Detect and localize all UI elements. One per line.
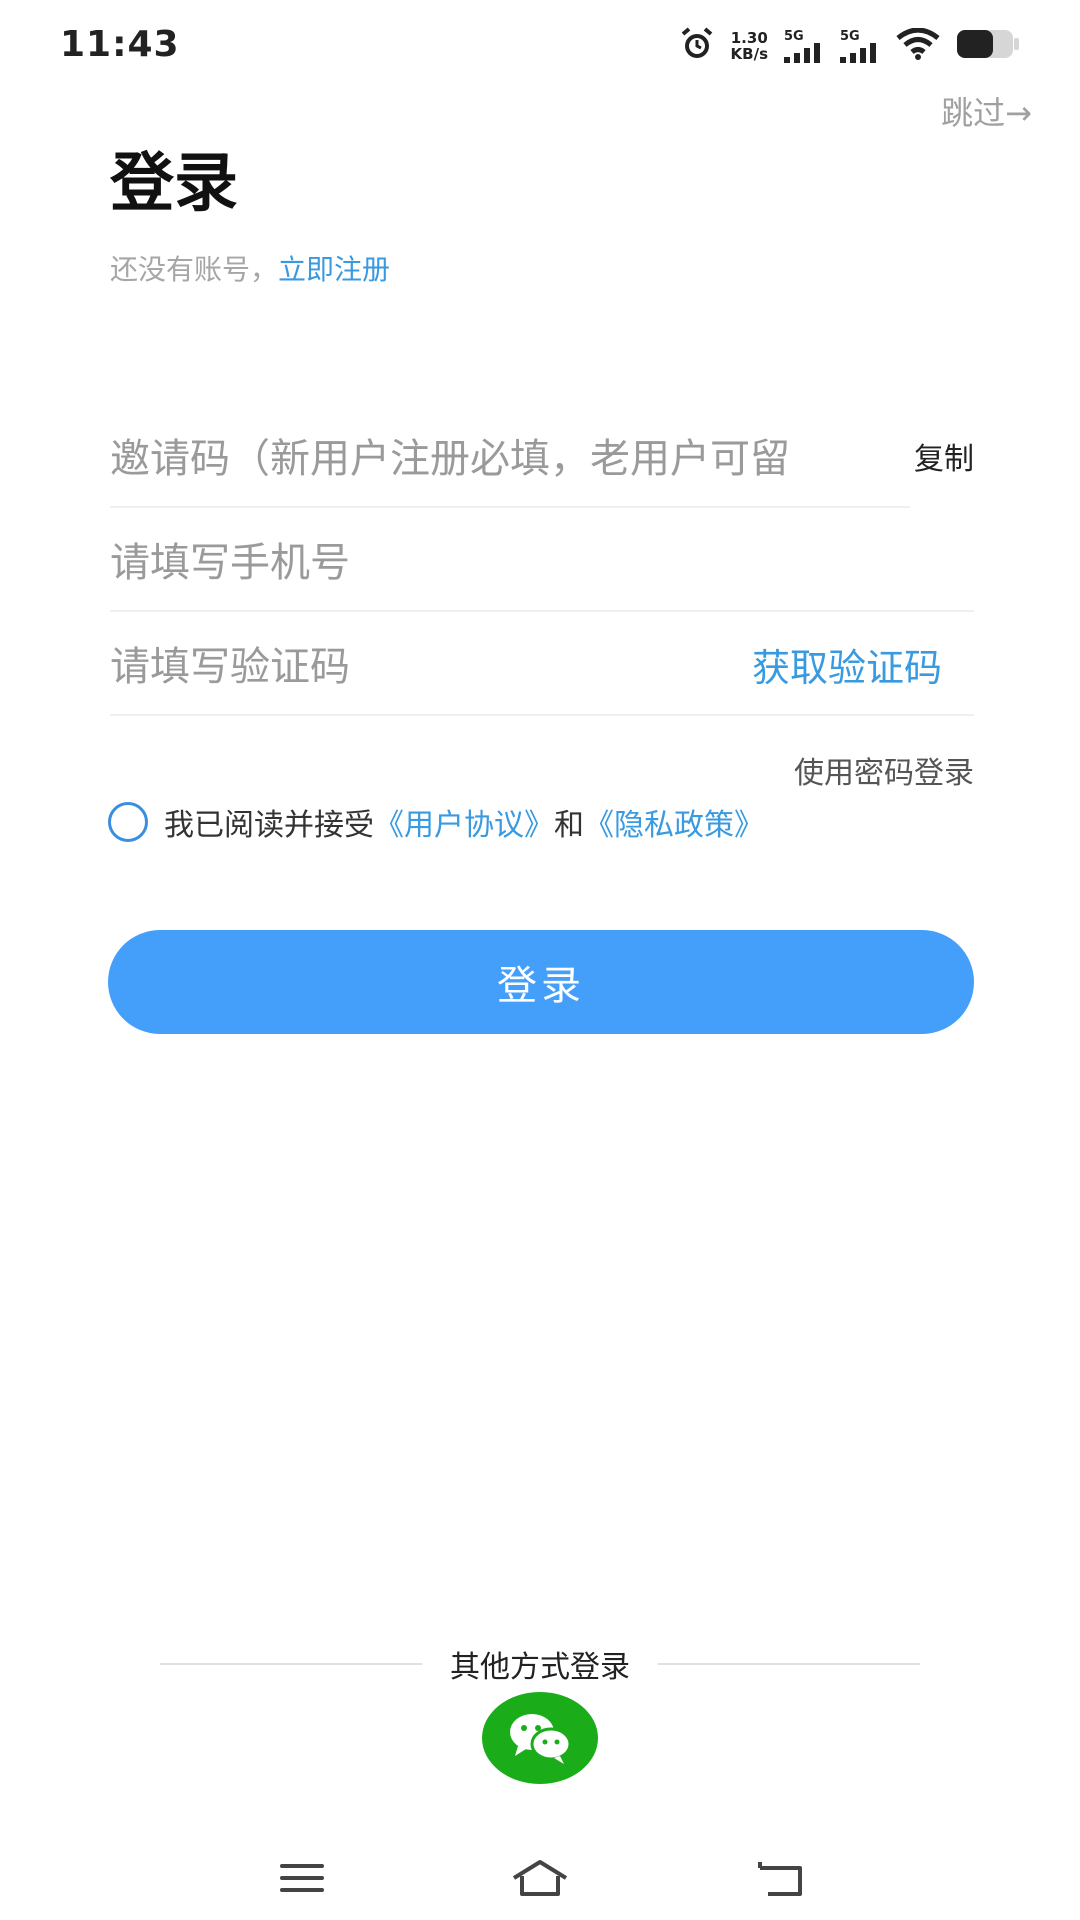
network-speed-value: 1.30 <box>730 29 768 47</box>
agreement-and: 和 <box>554 808 584 843</box>
other-login-label: 其他方式登录 <box>450 1650 630 1685</box>
page-title: 登录 <box>110 147 238 221</box>
signal-5g-2: 5G <box>840 30 880 63</box>
invite-code-input[interactable]: 邀请码（新用户注册必填，老用户可留 <box>110 426 910 484</box>
status-time: 11:43 <box>60 24 180 65</box>
wechat-login-button[interactable] <box>482 1692 598 1784</box>
copy-button[interactable]: 复制 <box>910 404 974 508</box>
signal-label: 5G <box>784 28 804 44</box>
back-button[interactable] <box>750 1850 810 1906</box>
signal-label: 5G <box>840 28 860 44</box>
network-speed: 1.30 KB/s <box>731 30 768 62</box>
battery-icon <box>956 28 1020 64</box>
divider-line <box>658 1663 920 1665</box>
user-agreement-link[interactable]: 《用户协议》 <box>374 800 554 844</box>
signal-5g-1: 5G <box>784 30 824 63</box>
password-login-link[interactable]: 使用密码登录 <box>794 748 974 792</box>
privacy-policy-link[interactable]: 《隐私政策》 <box>584 800 764 844</box>
no-account-text: 还没有账号， <box>110 253 279 286</box>
get-code-button[interactable]: 获取验证码 <box>752 612 942 716</box>
agreement-checkbox[interactable] <box>108 802 148 842</box>
register-prompt: 还没有账号，立即注册 <box>110 248 390 288</box>
invite-code-field[interactable]: 邀请码（新用户注册必填，老用户可留 复制 <box>110 404 974 508</box>
other-login-divider: 其他方式登录 <box>160 1640 920 1688</box>
signal-bars-icon <box>784 42 820 63</box>
navigation-bar <box>0 1840 1080 1920</box>
agreement-prefix: 我已阅读并接受 <box>164 808 374 843</box>
status-bar: 11:43 1.30 KB/s 5G 5G <box>0 0 1080 96</box>
network-speed-unit: KB/s <box>730 45 768 63</box>
login-screen: 11:43 1.30 KB/s 5G 5G 跳过→ 登录 还没有账号，立即注册 … <box>0 0 1080 1920</box>
phone-input[interactable]: 请填写手机号 <box>110 530 350 588</box>
menu-button[interactable] <box>272 1850 332 1906</box>
register-link[interactable]: 立即注册 <box>278 253 390 286</box>
verification-code-input[interactable]: 请填写验证码 <box>110 634 350 692</box>
skip-button[interactable]: 跳过→ <box>941 88 1032 134</box>
login-button[interactable]: 登录 <box>108 930 974 1034</box>
divider-line <box>160 1663 422 1665</box>
status-indicators: 1.30 KB/s 5G 5G <box>679 26 1020 66</box>
phone-field[interactable]: 请填写手机号 <box>110 508 974 612</box>
menu-icon <box>280 1864 324 1892</box>
home-button[interactable] <box>510 1850 570 1906</box>
wechat-icon <box>510 1714 572 1764</box>
signal-bars-icon <box>840 42 876 63</box>
agreement-row: 我已阅读并接受 《用户协议》 和 《隐私政策》 <box>108 800 764 844</box>
home-icon <box>512 1860 568 1896</box>
verification-code-field[interactable]: 请填写验证码 获取验证码 <box>110 612 974 716</box>
alarm-clock-icon <box>679 26 715 66</box>
wifi-icon <box>896 27 940 64</box>
back-icon <box>758 1862 802 1896</box>
